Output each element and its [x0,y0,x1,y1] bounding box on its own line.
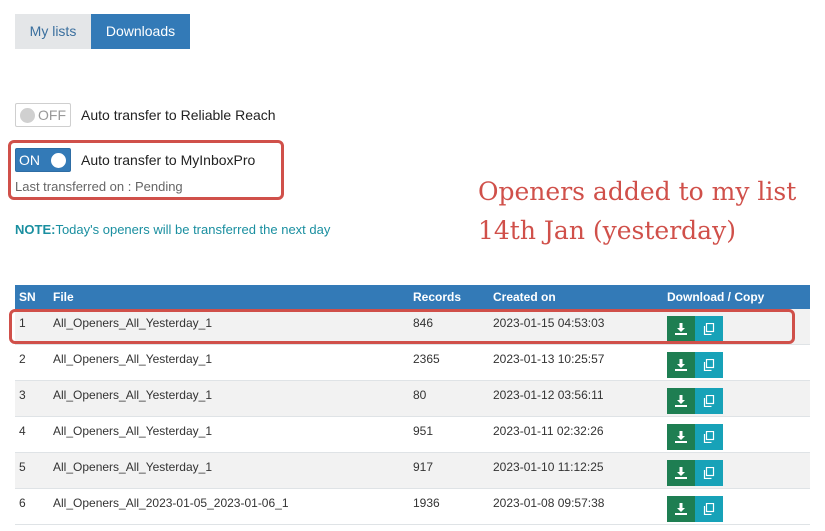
header-download-copy: Download / Copy [667,290,765,304]
download-icon [675,467,687,479]
table-row: 6 All_Openers_All_2023-01-05_2023-01-06_… [15,489,810,525]
download-button[interactable] [667,388,695,414]
cell-sn: 2 [19,352,26,366]
copy-button[interactable] [695,424,723,450]
header-sn: SN [19,290,36,304]
download-button[interactable] [667,424,695,450]
header-created-on: Created on [493,290,556,304]
tab-bar: My lists Downloads [15,14,190,49]
download-icon [675,395,687,407]
cell-sn: 5 [19,460,26,474]
copy-button[interactable] [695,388,723,414]
copy-button[interactable] [695,352,723,378]
header-file: File [53,290,74,304]
reliable-reach-toggle-row: OFF Auto transfer to Reliable Reach [15,103,276,127]
copy-icon [703,467,715,479]
cell-records: 1936 [413,496,440,510]
cell-records: 80 [413,388,427,402]
note-prefix: NOTE: [15,222,56,237]
cell-file: All_Openers_All_Yesterday_1 [53,388,212,402]
download-icon [675,503,687,515]
cell-file: All_Openers_All_Yesterday_1 [53,352,212,366]
cell-file: All_Openers_All_Yesterday_1 [53,424,212,438]
cell-created-on: 2023-01-10 11:12:25 [493,460,604,474]
cell-created-on: 2023-01-11 02:32:26 [493,424,604,438]
note-message: Today's openers will be transferred the … [55,222,331,237]
tab-downloads[interactable]: Downloads [91,14,190,49]
tab-my-lists[interactable]: My lists [15,14,91,49]
cell-records: 2365 [413,352,440,366]
cell-file: All_Openers_All_2023-01-05_2023-01-06_1 [53,496,289,510]
copy-icon [703,359,715,371]
reliable-reach-toggle[interactable]: OFF [15,103,71,127]
handwritten-annotation: Openers added to my list 14th Jan (yeste… [478,172,818,250]
cell-records: 917 [413,460,434,474]
row-actions [667,496,723,522]
annotation-line-2: 14th Jan (yesterday) [478,216,736,245]
toggle-state-label: OFF [38,107,66,123]
cell-records: 951 [413,424,434,438]
copy-button[interactable] [695,460,723,486]
cell-created-on: 2023-01-08 09:57:38 [493,496,605,510]
highlight-box-toggle [8,140,284,200]
copy-icon [703,431,715,443]
table-header: SN File Records Created on Download / Co… [15,285,810,309]
note-text: NOTE:Today's openers will be transferred… [15,222,330,237]
download-button[interactable] [667,460,695,486]
download-button[interactable] [667,496,695,522]
row-actions [667,460,723,486]
cell-sn: 4 [19,424,26,438]
cell-created-on: 2023-01-13 10:25:57 [493,352,605,366]
row-actions [667,424,723,450]
row-actions [667,388,723,414]
highlight-box-row [9,309,795,344]
download-icon [675,431,687,443]
cell-created-on: 2023-01-12 03:56:11 [493,388,604,402]
cell-sn: 3 [19,388,26,402]
table-row: 3 All_Openers_All_Yesterday_1 80 2023-01… [15,381,810,417]
copy-icon [703,503,715,515]
table-row: 4 All_Openers_All_Yesterday_1 951 2023-0… [15,417,810,453]
toggle-knob [20,108,35,123]
download-button[interactable] [667,352,695,378]
table-row: 5 All_Openers_All_Yesterday_1 917 2023-0… [15,453,810,489]
table-row: 2 All_Openers_All_Yesterday_1 2365 2023-… [15,345,810,381]
header-records: Records [413,290,462,304]
copy-icon [703,395,715,407]
cell-file: All_Openers_All_Yesterday_1 [53,460,212,474]
copy-button[interactable] [695,496,723,522]
reliable-reach-label: Auto transfer to Reliable Reach [81,107,276,123]
cell-sn: 6 [19,496,26,510]
annotation-line-1: Openers added to my list [478,177,797,206]
row-actions [667,352,723,378]
download-icon [675,359,687,371]
